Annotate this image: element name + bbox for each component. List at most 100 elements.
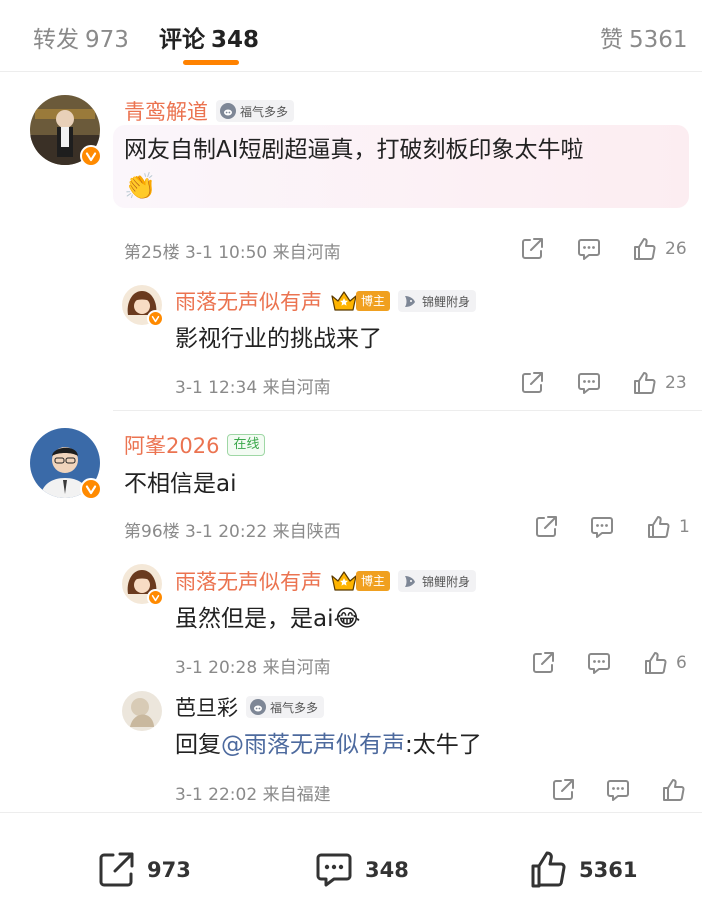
- reply-button[interactable]: [586, 650, 612, 676]
- avatar[interactable]: [122, 691, 162, 731]
- share-icon: [533, 514, 559, 540]
- comment-icon: [589, 514, 615, 540]
- comment-meta: 第25楼 3-1 10:50 来自河南: [124, 243, 341, 263]
- reply-button[interactable]: [589, 514, 615, 540]
- crown-icon: [330, 290, 358, 312]
- username[interactable]: 雨落无声似有声: [175, 566, 322, 596]
- author-badge-label: 博主: [356, 291, 391, 311]
- reply-text: 影视行业的挑战来了: [175, 326, 382, 352]
- user-badge: 福气多多: [216, 100, 295, 122]
- avatar[interactable]: [122, 285, 164, 327]
- like-count: 23: [665, 373, 687, 393]
- reply-meta: 3-1 12:34 来自河南: [175, 378, 331, 398]
- badge-label: 锦鲤附身: [422, 294, 471, 309]
- comment-button[interactable]: 348: [313, 849, 409, 891]
- reply-button[interactable]: [576, 236, 602, 262]
- like-count: 6: [676, 653, 687, 673]
- tab-repost-count: 973: [85, 27, 129, 53]
- like-button[interactable]: 23: [631, 370, 687, 396]
- share-icon: [519, 236, 545, 262]
- reply-header: 雨落无声似有声 博主 锦鲤附身: [175, 286, 477, 316]
- username[interactable]: 青鸾解道: [124, 96, 208, 126]
- like-icon: [642, 650, 668, 676]
- verified-icon: [147, 589, 164, 606]
- reply-header: 雨落无声似有声 博主 锦鲤附身: [175, 566, 477, 596]
- like-icon: [645, 514, 671, 540]
- crown-icon: [330, 570, 358, 592]
- reply-text-row: 虽然但是，是ai😂: [175, 602, 360, 636]
- comment-icon: [576, 236, 602, 262]
- comment-header: 阿峯2026 在线: [124, 430, 266, 460]
- repost-button[interactable]: 973: [95, 849, 191, 891]
- tab-repost-label: 转发: [33, 27, 79, 53]
- user-badge: 锦鲤附身: [398, 570, 477, 592]
- badge-label: 锦鲤附身: [422, 574, 471, 589]
- username[interactable]: 雨落无声似有声: [175, 286, 322, 316]
- reply-text-row: 回复@雨落无声似有声:太牛了: [175, 728, 482, 762]
- pig-icon: [219, 102, 237, 120]
- tab-like-count: 5361: [629, 27, 688, 53]
- username[interactable]: 芭旦彩: [175, 692, 238, 722]
- share-icon: [530, 650, 556, 676]
- author-badge: 博主: [330, 290, 391, 312]
- like-button[interactable]: 26: [631, 236, 687, 262]
- user-badge: 福气多多: [246, 696, 325, 718]
- verified-icon: [147, 310, 164, 327]
- reply-button[interactable]: [605, 777, 631, 803]
- tab-comment[interactable]: 评论 348: [159, 20, 259, 54]
- like-icon: [631, 236, 657, 262]
- tab-active-indicator: [183, 60, 239, 65]
- comment-header: 青鸾解道 福气多多: [124, 96, 295, 126]
- badge-label: 福气多多: [270, 700, 319, 715]
- reply-button[interactable]: [576, 370, 602, 396]
- author-badge: 博主: [330, 570, 391, 592]
- username[interactable]: 阿峯2026: [124, 430, 219, 460]
- share-button[interactable]: [533, 514, 559, 540]
- avatar[interactable]: [122, 564, 164, 606]
- online-badge: 在线: [227, 434, 266, 456]
- like-count: 5361: [579, 858, 638, 882]
- avatar[interactable]: [30, 95, 102, 167]
- badge-label: 福气多多: [240, 104, 289, 119]
- verified-icon: [80, 478, 102, 500]
- avatar-image: [122, 691, 162, 731]
- avatar[interactable]: [30, 428, 102, 500]
- laughing-emoji: 😂: [333, 606, 361, 632]
- like-count: 26: [665, 239, 687, 259]
- reply-header: 芭旦彩 福气多多: [175, 692, 325, 722]
- like-button[interactable]: [660, 777, 686, 803]
- like-icon: [631, 370, 657, 396]
- bottom-action-bar: 973 348 5361: [0, 813, 702, 924]
- comment-divider: [113, 410, 702, 411]
- user-badge: 锦鲤附身: [398, 290, 477, 312]
- repost-count: 973: [147, 858, 191, 882]
- share-button[interactable]: [519, 236, 545, 262]
- koi-icon: [401, 292, 419, 310]
- author-badge-label: 博主: [356, 571, 391, 591]
- tab-like[interactable]: 赞 5361: [600, 20, 688, 54]
- tab-comment-label: 评论: [159, 27, 205, 53]
- share-button[interactable]: [530, 650, 556, 676]
- mention-link[interactable]: @雨落无声似有声: [221, 732, 405, 758]
- like-button[interactable]: 1: [645, 514, 690, 540]
- tab-bar: 转发 973 评论 348 赞 5361: [0, 0, 702, 72]
- tab-repost[interactable]: 转发 973: [33, 20, 129, 54]
- clap-emoji: 👏: [124, 172, 157, 202]
- like-icon: [660, 777, 686, 803]
- reply-meta: 3-1 22:02 来自福建: [175, 785, 331, 805]
- share-icon: [519, 370, 545, 396]
- comment-icon: [313, 849, 355, 891]
- share-icon: [95, 849, 137, 891]
- reply-prefix: 回复: [175, 732, 221, 758]
- koi-icon: [401, 572, 419, 590]
- like-button[interactable]: 5361: [527, 849, 637, 891]
- comment-icon: [586, 650, 612, 676]
- pig-icon: [249, 698, 267, 716]
- share-button[interactable]: [550, 777, 576, 803]
- comment-text: 不相信是ai: [124, 471, 237, 497]
- reply-text: 虽然但是，是ai: [175, 606, 334, 632]
- comment-icon: [605, 777, 631, 803]
- like-button[interactable]: 6: [642, 650, 687, 676]
- share-button[interactable]: [519, 370, 545, 396]
- verified-icon: [80, 145, 102, 167]
